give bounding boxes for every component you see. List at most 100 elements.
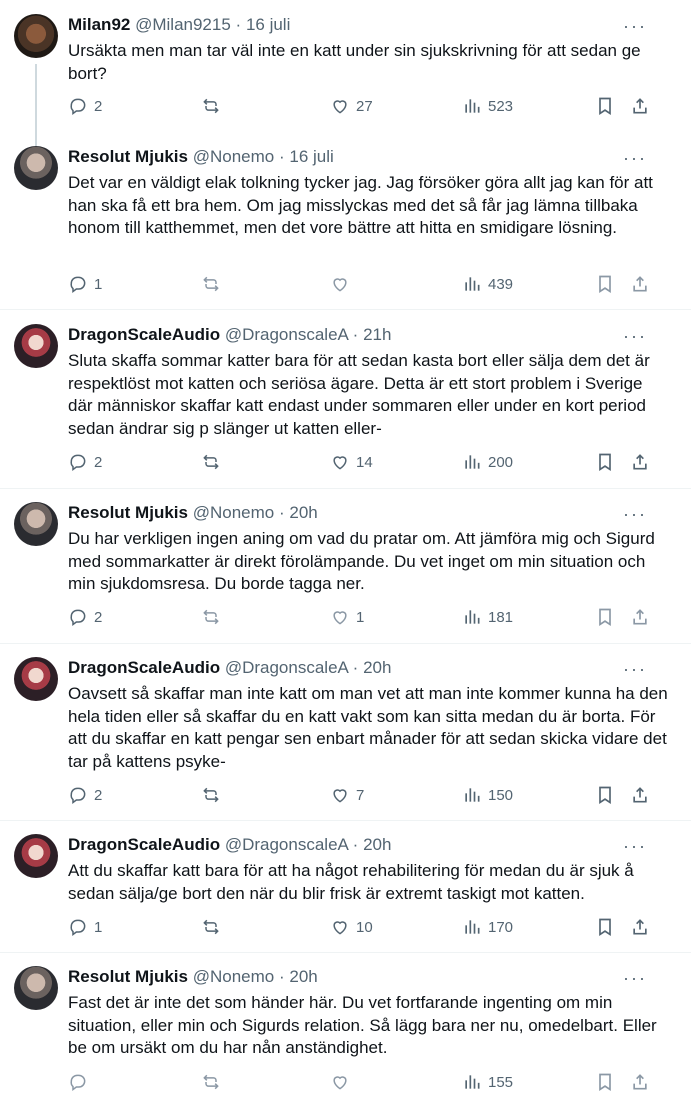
display-name[interactable]: Resolut Mjukis [68, 967, 188, 986]
timestamp[interactable]: 21h [363, 325, 391, 344]
retweet-button[interactable] [201, 96, 227, 116]
share-button[interactable] [630, 274, 650, 294]
share-button[interactable] [630, 785, 650, 805]
user-handle[interactable]: @DragonscaleA [225, 835, 348, 854]
more-options-icon[interactable]: ··· [623, 659, 647, 680]
retweet-button[interactable] [201, 452, 227, 472]
like-button[interactable] [330, 274, 356, 294]
avatar[interactable] [14, 146, 58, 190]
avatar[interactable] [14, 502, 58, 546]
avatar[interactable] [14, 966, 58, 1010]
reply-button[interactable] [68, 1072, 94, 1092]
retweet-button[interactable] [201, 607, 227, 627]
tweet-header: DragonScaleAudio @DragonscaleA · 21h [68, 324, 391, 346]
display-name[interactable]: DragonScaleAudio [68, 325, 220, 344]
share-icon [633, 787, 647, 803]
share-icon [633, 98, 647, 114]
more-options-icon[interactable]: ··· [623, 326, 647, 347]
views-button[interactable]: 155 [462, 1072, 513, 1092]
views-button[interactable]: 150 [462, 785, 513, 805]
tweet-text: Fast det är inte det som händer här. Du … [68, 993, 657, 1057]
timestamp[interactable]: 16 juli [289, 147, 333, 166]
share-icon [633, 1074, 647, 1090]
timestamp[interactable]: 20h [363, 835, 391, 854]
reply-button[interactable]: 1 [68, 917, 102, 937]
views-button[interactable]: 170 [462, 917, 513, 937]
reply-button[interactable]: 2 [68, 607, 102, 627]
share-icon [633, 919, 647, 935]
more-options-icon[interactable]: ··· [623, 148, 647, 169]
display-name[interactable]: Resolut Mjukis [68, 503, 188, 522]
views-button[interactable]: 200 [462, 452, 513, 472]
like-button[interactable]: 10 [330, 917, 373, 937]
display-name[interactable]: Milan92 [68, 15, 130, 34]
views-button[interactable]: 181 [462, 607, 513, 627]
reply-count: 1 [94, 918, 103, 936]
tweet-text: Du har verkligen ingen aning om vad du p… [68, 529, 655, 593]
reply-icon [70, 1074, 86, 1091]
reply-button[interactable]: 2 [68, 96, 102, 116]
user-handle[interactable]: @DragonscaleA [225, 325, 348, 344]
bookmark-button[interactable] [595, 1072, 615, 1092]
thread-connector [35, 64, 37, 154]
reply-count: 2 [94, 608, 103, 626]
timestamp[interactable]: 20h [289, 503, 317, 522]
like-icon [333, 789, 347, 803]
more-options-icon[interactable]: ··· [623, 968, 647, 989]
share-button[interactable] [630, 452, 650, 472]
bookmark-button[interactable] [595, 452, 615, 472]
separator: · [352, 325, 359, 344]
bookmark-button[interactable] [595, 785, 615, 805]
retweet-button[interactable] [201, 917, 227, 937]
separator: · [278, 503, 285, 522]
share-button[interactable] [630, 1072, 650, 1092]
divider [0, 643, 691, 644]
avatar[interactable] [14, 324, 58, 368]
share-button[interactable] [630, 917, 650, 937]
bookmark-icon [599, 453, 611, 472]
timestamp[interactable]: 16 juli [246, 15, 290, 34]
like-button[interactable]: 14 [330, 452, 373, 472]
like-button[interactable]: 1 [330, 607, 364, 627]
share-button[interactable] [630, 607, 650, 627]
reply-button[interactable]: 2 [68, 785, 102, 805]
share-button[interactable] [630, 96, 650, 116]
like-button[interactable]: 7 [330, 785, 364, 805]
reply-icon [70, 787, 86, 804]
avatar[interactable] [14, 657, 58, 701]
action-bar: 1 10 170 [68, 917, 658, 941]
views-button[interactable]: 523 [462, 96, 513, 116]
like-icon [333, 100, 347, 114]
user-handle[interactable]: @Nonemo [193, 147, 275, 166]
reply-button[interactable]: 1 [68, 274, 102, 294]
views-button[interactable]: 439 [462, 274, 513, 294]
user-handle[interactable]: @Nonemo [193, 503, 275, 522]
like-button[interactable] [330, 1072, 356, 1092]
display-name[interactable]: Resolut Mjukis [68, 147, 188, 166]
timestamp[interactable]: 20h [289, 967, 317, 986]
bookmark-button[interactable] [595, 607, 615, 627]
divider [0, 952, 691, 953]
more-options-icon[interactable]: ··· [623, 836, 647, 857]
retweet-button[interactable] [201, 1072, 227, 1092]
like-button[interactable]: 27 [330, 96, 373, 116]
more-options-icon[interactable]: ··· [623, 504, 647, 525]
reply-button[interactable]: 2 [68, 452, 102, 472]
display-name[interactable]: DragonScaleAudio [68, 658, 220, 677]
display-name[interactable]: DragonScaleAudio [68, 835, 220, 854]
user-handle[interactable]: @Nonemo [193, 967, 275, 986]
more-options-icon[interactable]: ··· [623, 16, 647, 37]
retweet-button[interactable] [201, 785, 227, 805]
user-handle[interactable]: @Milan9215 [135, 15, 231, 34]
action-bar: 1 439 [68, 274, 658, 298]
views-icon [465, 99, 480, 113]
avatar[interactable] [14, 834, 58, 878]
timestamp[interactable]: 20h [363, 658, 391, 677]
bookmark-button[interactable] [595, 274, 615, 294]
view-count: 523 [488, 97, 514, 115]
bookmark-button[interactable] [595, 917, 615, 937]
user-handle[interactable]: @DragonscaleA [225, 658, 348, 677]
retweet-button[interactable] [201, 274, 227, 294]
bookmark-button[interactable] [595, 96, 615, 116]
avatar[interactable] [14, 14, 58, 58]
